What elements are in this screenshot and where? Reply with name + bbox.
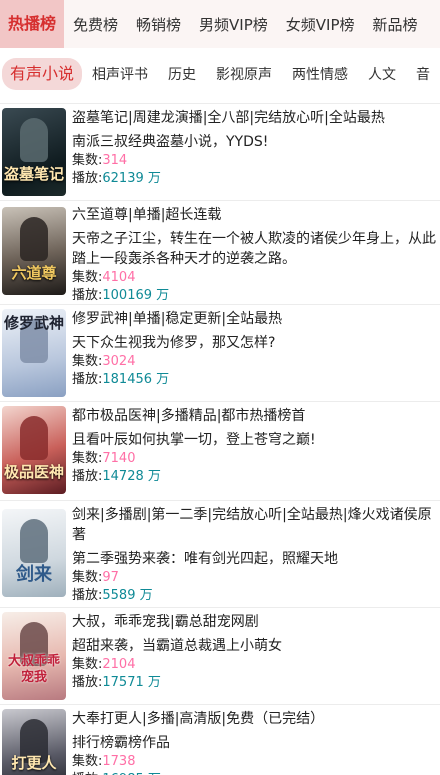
tab-female-vip[interactable]: 女频VIP榜 — [277, 14, 364, 35]
list-item[interactable]: 打更人 大奉打更人|多播|高清版|免费（已完结） 排行榜霸榜作品 集数:1738… — [0, 704, 440, 775]
cover-figure — [20, 519, 48, 563]
cover-figure — [20, 118, 48, 162]
category-tabs: 有声小说 相声评书 历史 影视原声 两性情感 人文 音 — [0, 52, 440, 96]
cover-figure — [20, 217, 48, 261]
episode-count: 集数:7140 — [72, 451, 136, 466]
play-count: 播放:62139 万 — [72, 171, 161, 186]
list-item[interactable]: 六道尊 六至道尊|单播|超长连载 天帝之子江尘，转生在一个被人欺凌的诸侯少年身上… — [0, 200, 440, 305]
book-description: 南派三叔经典盗墓小说，YYDS! — [72, 134, 269, 150]
play-count: 播放:16985 万 — [72, 771, 440, 775]
cover-title: 大叔乖乖宠我 — [7, 654, 60, 685]
list-item[interactable]: 大叔乖乖宠我 大叔，乖乖宠我|霸总甜宠网剧 超甜来袭，当霸道总裁遇上小萌女 集数… — [0, 607, 440, 705]
tab-new[interactable]: 新品榜 — [364, 14, 427, 35]
list-item[interactable]: 盗墓笔记 盗墓笔记|周建龙演播|全八部|完结放心听|全站最热 南派三叔经典盗墓小… — [0, 103, 440, 201]
category-audio-novel[interactable]: 有声小说 — [2, 58, 83, 90]
list-item[interactable]: 极品医神 都市极品医神|多播精品|都市热播榜首 且看叶辰如何执掌一切，登上苍穹之… — [0, 401, 440, 501]
ranking-list: 盗墓笔记 盗墓笔记|周建龙演播|全八部|完结放心听|全站最热 南派三叔经典盗墓小… — [0, 103, 440, 775]
cover-title: 六道尊 — [11, 264, 57, 282]
book-cover: 打更人 — [2, 709, 66, 775]
book-description: 且看叶辰如何执掌一切，登上苍穹之巅! — [72, 432, 316, 448]
rank-tabs: 热播榜 免费榜 畅销榜 男频VIP榜 女频VIP榜 新品榜 — [0, 0, 440, 48]
category-relationships[interactable]: 两性情感 — [282, 64, 358, 84]
book-title: 六至道尊|单播|超长连载 — [72, 207, 222, 223]
book-title: 修罗武神|单播|稳定更新|全站最热 — [72, 311, 283, 327]
category-music[interactable]: 音 — [406, 64, 440, 84]
episode-count: 集数:2104 — [72, 657, 136, 672]
book-title: 盗墓笔记|周建龙演播|全八部|完结放心听|全站最热 — [72, 110, 385, 126]
book-cover: 盗墓笔记 — [2, 108, 66, 196]
book-title: 大叔，乖乖宠我|霸总甜宠网剧 — [72, 614, 259, 630]
book-description: 超甜来袭，当霸道总裁遇上小萌女 — [72, 638, 282, 654]
episode-count: 集数:3024 — [72, 354, 136, 369]
episode-count: 集数:97 — [72, 570, 119, 585]
book-cover: 大叔乖乖宠我 — [2, 612, 66, 700]
episode-count: 集数:1738 — [72, 754, 136, 769]
book-description: 排行榜霸榜作品 — [72, 735, 170, 751]
play-count: 播放:14728 万 — [72, 469, 161, 484]
category-soundtrack[interactable]: 影视原声 — [206, 64, 282, 84]
list-item[interactable]: 剑来 剑来|多播剧|第一二季|完结放心听|全站最热|烽火戏诸侯原著 第二季强势来… — [0, 500, 440, 608]
book-description: 天下众生视我为修罗，那又怎样? — [72, 335, 276, 351]
cover-title: 剑来 — [16, 564, 52, 585]
book-cover: 剑来 — [2, 509, 66, 597]
book-title: 都市极品医神|多播精品|都市热播榜首 — [72, 408, 306, 424]
tab-male-vip[interactable]: 男频VIP榜 — [190, 14, 277, 35]
cover-title: 盗墓笔记 — [3, 165, 64, 183]
book-cover: 修罗武神 — [2, 309, 66, 397]
tab-hot[interactable]: 热播榜 — [0, 0, 65, 48]
book-title: 大奉打更人|多播|高清版|免费（已完结） — [72, 711, 325, 727]
play-count: 播放:17571 万 — [72, 675, 161, 690]
list-item[interactable]: 修罗武神 修罗武神|单播|稳定更新|全站最热 天下众生视我为修罗，那又怎样? 集… — [0, 304, 440, 402]
cover-title: 打更人 — [11, 754, 57, 772]
cover-figure — [20, 416, 48, 460]
episode-count: 集数:4104 — [72, 270, 136, 285]
play-count: 播放:181456 万 — [72, 372, 170, 387]
book-description: 天帝之子江尘，转生在一个被人欺凌的诸侯少年身上，从此踏上一段轰杀各种天才的逆袭之… — [72, 231, 436, 267]
book-cover: 极品医神 — [2, 406, 66, 494]
tab-free[interactable]: 免费榜 — [64, 14, 127, 35]
cover-title: 修罗武神 — [3, 314, 64, 332]
category-crosstalk[interactable]: 相声评书 — [82, 64, 158, 84]
episode-count: 集数:314 — [72, 153, 128, 168]
category-humanities[interactable]: 人文 — [358, 64, 406, 84]
tab-bestseller[interactable]: 畅销榜 — [127, 14, 190, 35]
book-description: 第二季强势来袭：唯有剑光四起，照耀天地 — [72, 551, 338, 567]
cover-title: 极品医神 — [3, 463, 64, 481]
play-count: 播放:100169 万 — [72, 288, 170, 303]
book-cover: 六道尊 — [2, 207, 66, 295]
category-history[interactable]: 历史 — [158, 64, 206, 84]
play-count: 播放:5589 万 — [72, 588, 153, 603]
book-title: 剑来|多播剧|第一二季|完结放心听|全站最热|烽火戏诸侯原著 — [72, 507, 432, 543]
